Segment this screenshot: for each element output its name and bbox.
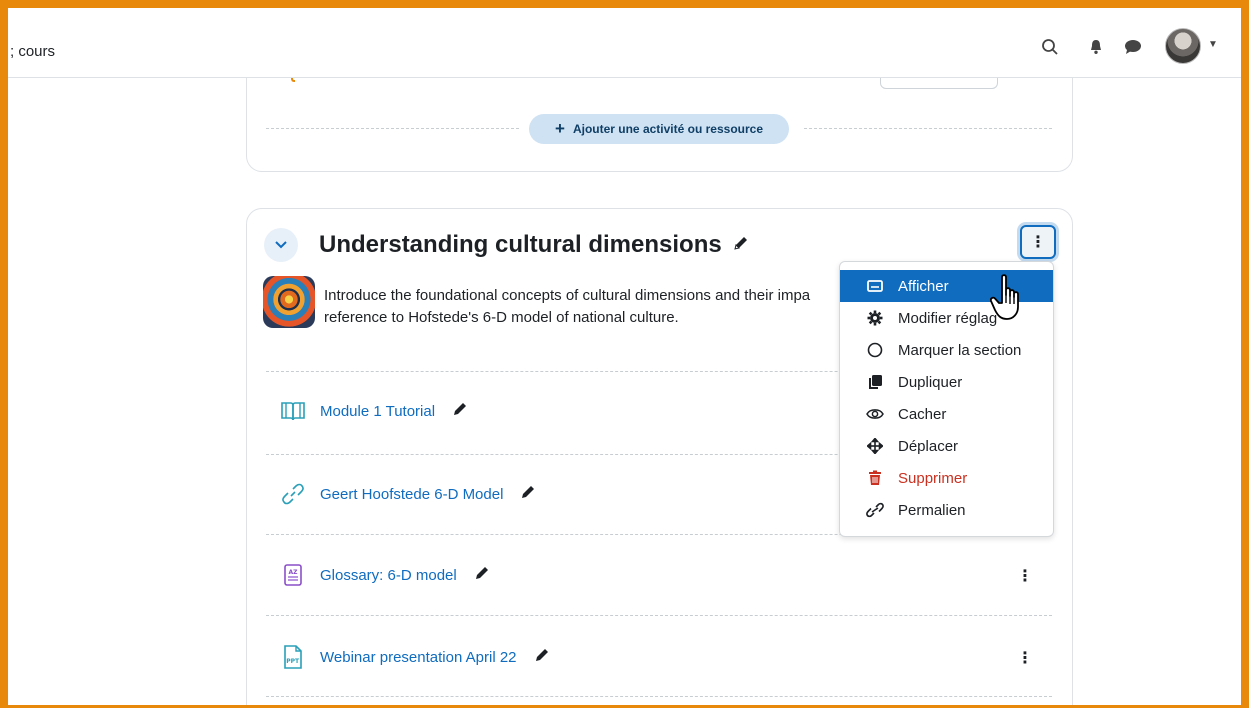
activity-actions-kebab[interactable]: ⋮ — [1017, 648, 1033, 668]
browser-frame: ; cours ▼ + Ajouter une activité ou ress… — [8, 8, 1241, 705]
section-actions-kebab-button[interactable]: ⋮ — [1020, 225, 1056, 259]
nav-link-my-courses[interactable]: ; cours — [10, 43, 55, 60]
menu-item-marquer-section[interactable]: Marquer la section — [840, 334, 1053, 366]
activity-actions-kebab[interactable]: ⋮ — [1017, 566, 1033, 586]
pencil-icon[interactable] — [473, 564, 491, 587]
menu-item-label: Afficher — [898, 277, 949, 295]
menu-item-cacher[interactable]: Cacher — [840, 398, 1053, 430]
activity-item[interactable]: Geert Hoofstede 6-D Model — [280, 481, 537, 507]
divider — [266, 128, 519, 129]
menu-item-label: Dupliquer — [898, 373, 963, 391]
eye-icon — [866, 405, 884, 423]
divider — [266, 615, 1052, 616]
copy-icon — [866, 373, 884, 391]
activity-link[interactable]: Glossary: 6-D model — [320, 567, 457, 584]
trash-icon — [866, 469, 884, 487]
search-icon[interactable] — [1039, 36, 1061, 58]
menu-item-label: Déplacer — [898, 437, 959, 455]
chat-icon[interactable] — [1122, 36, 1144, 58]
activity-link[interactable]: Geert Hoofstede 6-D Model — [320, 486, 503, 503]
section-description: Introduce the foundational concepts of c… — [324, 285, 844, 329]
pencil-icon[interactable] — [519, 483, 537, 506]
menu-item-label: Supprimer — [898, 469, 968, 487]
chevron-down-icon[interactable]: ▼ — [1208, 39, 1218, 50]
menu-item-deplacer[interactable]: Déplacer — [840, 430, 1053, 462]
add-activity-label: Ajouter une activité ou ressource — [572, 122, 763, 136]
permalink-icon — [866, 501, 884, 519]
description-line-1: Introduce the foundational concepts of c… — [324, 287, 811, 304]
divider — [266, 696, 1052, 697]
menu-item-supprimer[interactable]: Supprimer — [840, 462, 1053, 494]
book-icon — [280, 398, 306, 424]
ppt-file-icon: PPT — [280, 644, 306, 670]
move-icon — [866, 437, 884, 455]
chevron-down-icon — [275, 241, 287, 249]
divider — [804, 128, 1052, 129]
pencil-icon[interactable] — [533, 646, 551, 669]
activity-link[interactable]: Webinar presentation April 22 — [320, 649, 517, 666]
svg-text:AZ: AZ — [289, 569, 299, 576]
section-title-text: Understanding cultural dimensions — [319, 231, 722, 258]
section-title: Understanding cultural dimensions — [319, 231, 750, 259]
menu-item-label: Cacher — [898, 405, 947, 423]
activity-item[interactable]: Module 1 Tutorial — [280, 398, 469, 424]
plus-icon: + — [555, 119, 565, 138]
bell-icon[interactable] — [1085, 36, 1107, 58]
edit-title-pencil-icon[interactable] — [732, 231, 750, 259]
activity-link[interactable]: Module 1 Tutorial — [320, 403, 435, 420]
section-image — [263, 276, 315, 328]
menu-item-dupliquer[interactable]: Dupliquer — [840, 366, 1053, 398]
menu-item-label: Marquer la section — [898, 341, 1022, 359]
hand-pointer-cursor-icon — [989, 273, 1030, 328]
user-avatar[interactable] — [1165, 28, 1201, 64]
add-activity-button[interactable]: + Ajouter une activité ou ressource — [529, 114, 789, 144]
circle-icon — [866, 341, 884, 359]
menu-item-label: Permalien — [898, 501, 966, 519]
activity-item[interactable]: AZ Glossary: 6-D model — [280, 562, 491, 588]
gear-icon — [866, 309, 884, 327]
pencil-icon[interactable] — [451, 400, 469, 423]
display-icon — [866, 277, 884, 295]
collapse-section-button[interactable] — [264, 228, 298, 262]
activity-item[interactable]: PPT Webinar presentation April 22 — [280, 644, 551, 670]
svg-text:PPT: PPT — [286, 658, 300, 665]
top-navbar: ; cours ▼ — [8, 8, 1241, 78]
glossary-icon: AZ — [280, 562, 306, 588]
menu-item-permalien[interactable]: Permalien — [840, 494, 1053, 526]
description-line-2: reference to Hofstede's 6-D model of nat… — [324, 309, 679, 326]
menu-item-label: Modifier réglag — [898, 309, 998, 327]
link-icon — [280, 481, 306, 507]
